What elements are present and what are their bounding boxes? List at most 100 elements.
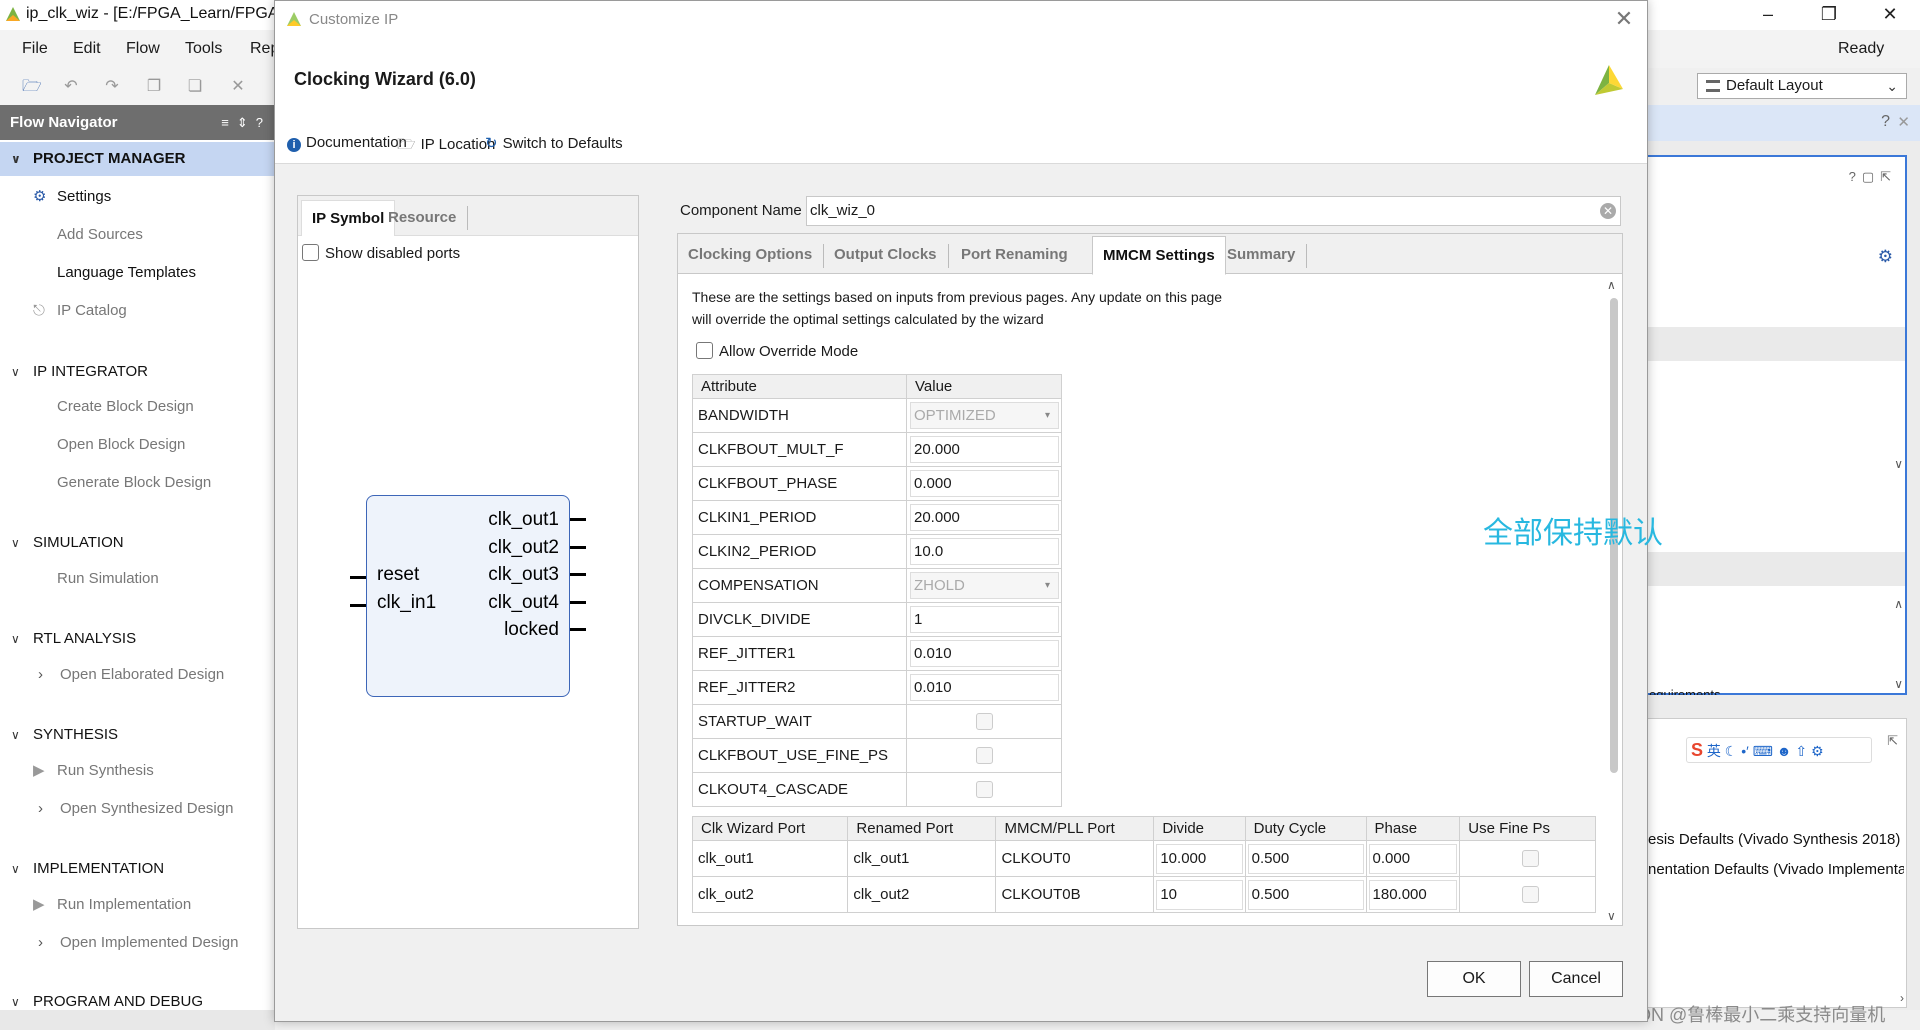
- table-row: COMPENSATION ZHOLD ▾: [692, 568, 1062, 603]
- gear-icon[interactable]: ⚙: [1878, 247, 1893, 267]
- table-row: CLKFBOUT_PHASE 0.000: [692, 466, 1062, 501]
- pane-controls-icon[interactable]: ?▢⇱: [1849, 169, 1897, 185]
- port-value-cell: 0.000: [1365, 840, 1461, 877]
- nav-item-generate-block-design[interactable]: Generate Block Design: [0, 468, 275, 498]
- table-row: REF_JITTER2 0.010: [692, 670, 1062, 705]
- restore-icon[interactable]: ⇱: [1887, 733, 1898, 749]
- attribute-name: REF_JITTER2: [692, 670, 907, 705]
- table-row: CLKIN1_PERIOD 20.000: [692, 500, 1062, 535]
- port-value-input[interactable]: 0.500: [1247, 843, 1364, 874]
- dialog-header: Clocking Wizard (6.0) i Documentation 🗁 IP…: [275, 39, 1647, 164]
- nav-item-open-synthesized-design[interactable]: › Open Synthesized Design: [0, 794, 275, 824]
- documentation-link[interactable]: i Documentation: [287, 134, 407, 152]
- vertical-scrollbar[interactable]: ∧ ∨: [1607, 278, 1621, 923]
- nav-item-open-elaborated-design[interactable]: › Open Elaborated Design: [0, 660, 275, 690]
- use-fine-ps-checkbox[interactable]: [1521, 886, 1539, 903]
- show-disabled-ports-checkbox[interactable]: Show disabled ports: [302, 244, 460, 262]
- pin-clk-out1: [570, 518, 586, 521]
- scroll-down-icon[interactable]: ∨: [1607, 909, 1616, 923]
- port-value-input[interactable]: 0.000: [1368, 843, 1458, 874]
- dropdown-arrow-icon: ▾: [1044, 580, 1050, 591]
- help-icon[interactable]: ?: [1881, 113, 1890, 131]
- nav-item-run-synthesis[interactable]: ▶ Run Synthesis: [0, 756, 275, 786]
- switch-to-defaults-link[interactable]: ↻ Switch to Defaults: [485, 134, 623, 152]
- nav-item-open-implemented-design[interactable]: › Open Implemented Design: [0, 928, 275, 958]
- use-fine-ps-cell: [1459, 876, 1596, 913]
- scroll-down-icon[interactable]: ∨: [1894, 457, 1903, 471]
- port-clk-in1: clk_in1: [377, 592, 437, 613]
- checkbox-box[interactable]: [696, 342, 713, 359]
- nav-item-add-sources[interactable]: Add Sources: [0, 220, 275, 250]
- ime-toolbar[interactable]: S 英 ☾ •′ ⌨ ☻ ⇧ ⚙: [1686, 737, 1872, 763]
- port-cell: CLKOUT0B: [995, 876, 1155, 913]
- column-header: MMCM/PLL Port: [995, 816, 1155, 841]
- component-name-input[interactable]: clk_wiz_0 ✕: [806, 196, 1621, 226]
- tab-mmcm-settings[interactable]: MMCM Settings: [1092, 236, 1226, 275]
- nav-item-run-implementation[interactable]: ▶ Run Implementation: [0, 890, 275, 920]
- tab-output-clocks[interactable]: Output Clocks: [824, 236, 949, 274]
- port-clk-out3: clk_out3: [488, 564, 559, 585]
- tab-port-renaming[interactable]: Port Renaming: [951, 236, 1078, 274]
- close-icon[interactable]: ✕: [1867, 0, 1913, 30]
- menu-flow[interactable]: Flow: [126, 40, 160, 58]
- port-value-input[interactable]: 10.000: [1156, 843, 1243, 874]
- port-cell: clk_out1: [847, 840, 997, 877]
- nav-item-settings[interactable]: ⚙ Settings: [0, 182, 275, 212]
- layout-select[interactable]: Default Layout ⌄: [1697, 73, 1907, 99]
- nav-section-program-and-debug[interactable]: ∨ PROGRAM AND DEBUG: [0, 985, 275, 1010]
- ip-location-link[interactable]: 🗁 IP Location: [397, 134, 495, 159]
- undo-icon[interactable]: ↶: [62, 78, 80, 96]
- scroll-up-icon[interactable]: ∧: [1607, 278, 1616, 292]
- tab-clocking-options[interactable]: Clocking Options: [678, 236, 825, 274]
- ok-button[interactable]: OK: [1427, 961, 1521, 997]
- nav-section-rtl-analysis[interactable]: ∨ RTL ANALYSIS: [0, 622, 275, 656]
- nav-section-ip-integrator[interactable]: ∨ IP INTEGRATOR: [0, 355, 275, 389]
- menu-file[interactable]: File: [22, 40, 48, 58]
- cancel-button[interactable]: Cancel: [1529, 961, 1623, 997]
- restore-icon[interactable]: ❐: [1806, 0, 1852, 30]
- nav-item-language-templates[interactable]: Language Templates: [0, 258, 275, 288]
- minimize-icon[interactable]: –: [1745, 0, 1791, 30]
- attribute-value-input: 0.000: [910, 470, 1059, 497]
- port-value-input[interactable]: 10: [1156, 879, 1243, 910]
- pin-locked: [570, 628, 586, 631]
- port-value-input[interactable]: 0.500: [1247, 879, 1364, 910]
- table-row: REF_JITTER1 0.010: [692, 636, 1062, 671]
- copy-icon[interactable]: ❐: [145, 78, 163, 96]
- port-value-input[interactable]: 180.000: [1368, 879, 1458, 910]
- table-row: BANDWIDTH OPTIMIZED ▾: [692, 398, 1062, 433]
- nav-item-create-block-design[interactable]: Create Block Design: [0, 392, 275, 422]
- port-value-cell: 0.500: [1244, 876, 1367, 913]
- allow-override-checkbox[interactable]: Allow Override Mode: [696, 342, 858, 360]
- paste-icon[interactable]: ❏: [186, 78, 204, 96]
- open-project-icon[interactable]: 🗁: [22, 78, 42, 96]
- delete-icon[interactable]: ✕: [229, 78, 247, 96]
- attribute-name: STARTUP_WAIT: [692, 704, 907, 739]
- nav-item-run-simulation[interactable]: Run Simulation: [0, 564, 275, 594]
- dialog-close-icon[interactable]: ✕: [1611, 7, 1637, 33]
- nav-section-synthesis[interactable]: ∨ SYNTHESIS: [0, 718, 275, 752]
- nav-section-project-manager[interactable]: ∨ PROJECT MANAGER: [0, 142, 275, 176]
- nav-section-implementation[interactable]: ∨ IMPLEMENTATION: [0, 852, 275, 886]
- checkbox-box[interactable]: [302, 244, 319, 261]
- clear-icon[interactable]: ✕: [1600, 203, 1616, 219]
- pin-clk-out3: [570, 573, 586, 576]
- port-clk-out1: clk_out1: [488, 509, 559, 530]
- redo-icon[interactable]: ↷: [103, 78, 121, 96]
- nav-item-ip-catalog[interactable]: ⎋ IP Catalog: [0, 296, 275, 326]
- attribute-name: REF_JITTER1: [692, 636, 907, 671]
- menu-tools[interactable]: Tools: [185, 40, 222, 58]
- tab-summary[interactable]: Summary: [1217, 236, 1308, 274]
- use-fine-ps-checkbox[interactable]: [1521, 850, 1539, 867]
- column-header: Renamed Port: [847, 816, 997, 841]
- pin-clk-out2: [570, 546, 586, 549]
- pane-controls-icon[interactable]: ≡⇕?: [221, 105, 271, 140]
- tab-resource[interactable]: Resource: [378, 200, 469, 236]
- close-icon[interactable]: ✕: [1897, 113, 1910, 131]
- nav-item-open-block-design[interactable]: Open Block Design: [0, 430, 275, 460]
- flow-navigator-title: Flow Navigator: [10, 114, 118, 131]
- scroll-right-icon[interactable]: ›: [1900, 991, 1904, 1005]
- nav-section-simulation[interactable]: ∨ SIMULATION: [0, 526, 275, 560]
- menu-edit[interactable]: Edit: [73, 40, 101, 58]
- scroll-up-icon[interactable]: ∧: [1894, 597, 1903, 611]
